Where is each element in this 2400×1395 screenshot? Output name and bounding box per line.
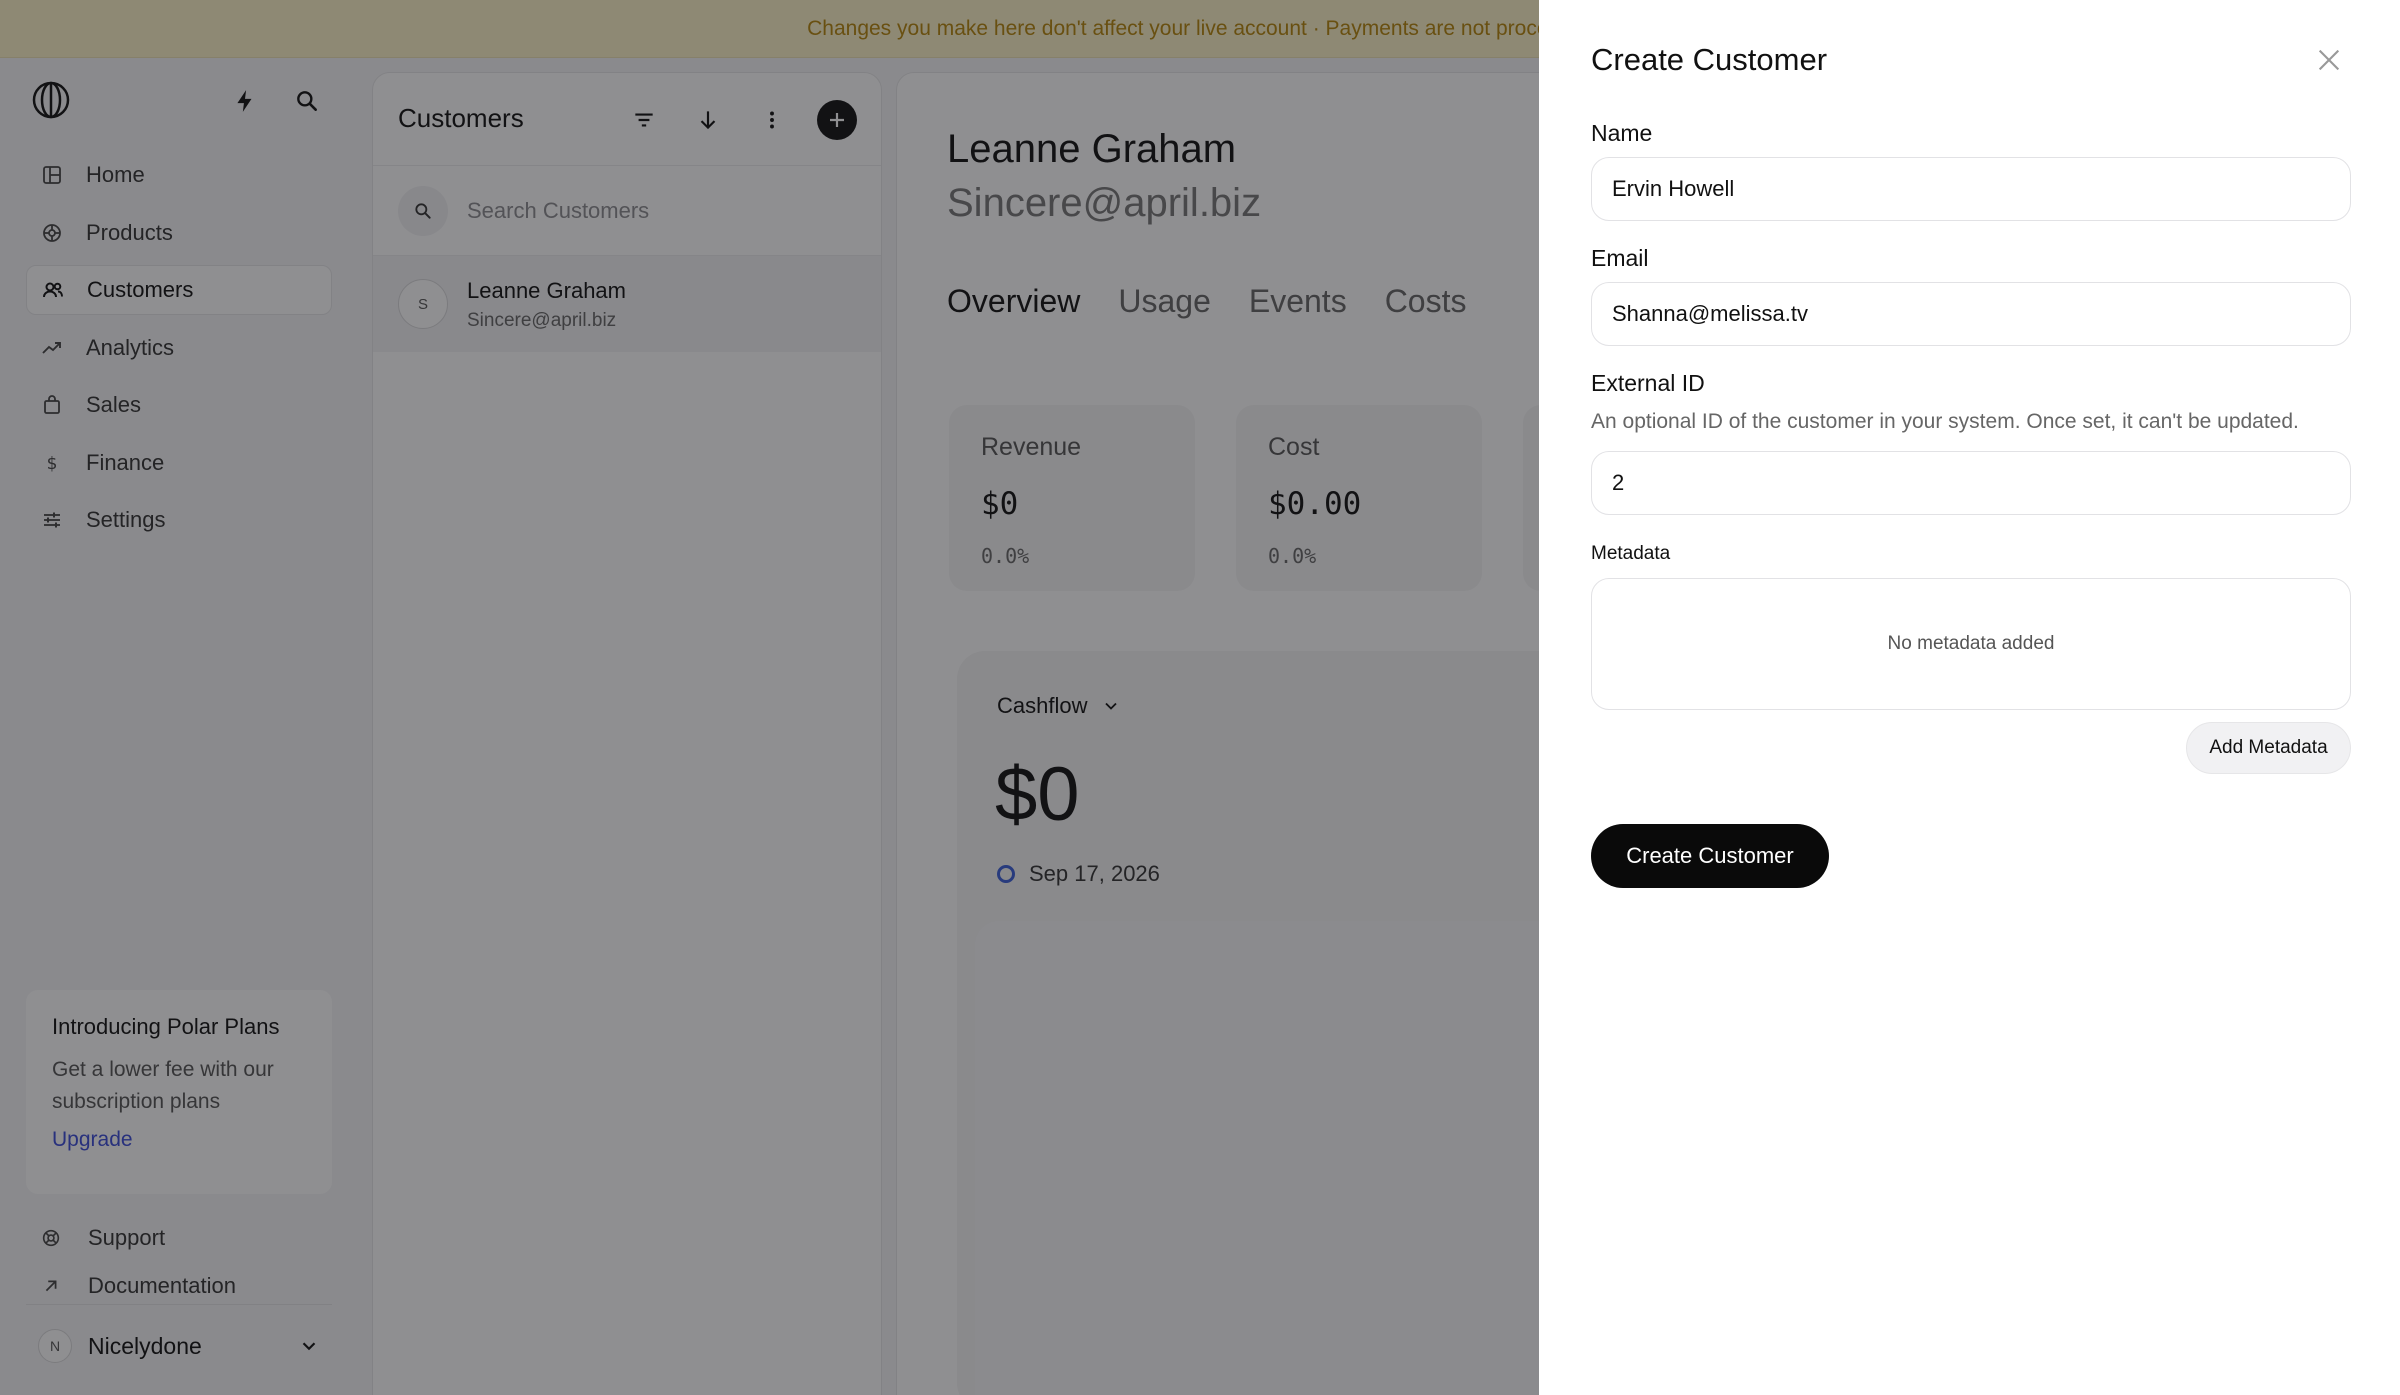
metadata-label: Metadata — [1591, 543, 1671, 564]
metadata-empty-state: No metadata added — [1591, 578, 2351, 710]
name-label: Name — [1591, 120, 1653, 146]
app-root: Changes you make here don't affect your … — [0, 0, 2400, 1395]
add-metadata-button[interactable]: Add Metadata — [2186, 722, 2351, 774]
create-customer-button[interactable]: Create Customer — [1591, 824, 1829, 888]
external-id-description: An optional ID of the customer in your s… — [1591, 410, 2299, 433]
external-id-label: External ID — [1591, 370, 1705, 396]
close-icon[interactable] — [2315, 46, 2343, 74]
external-id-field[interactable] — [1591, 451, 2351, 515]
email-field[interactable] — [1591, 282, 2351, 346]
name-field[interactable] — [1591, 157, 2351, 221]
drawer-title: Create Customer — [1591, 42, 1828, 77]
create-customer-drawer: Create Customer Name Email External ID A… — [1539, 0, 2400, 1395]
email-label: Email — [1591, 245, 1649, 271]
